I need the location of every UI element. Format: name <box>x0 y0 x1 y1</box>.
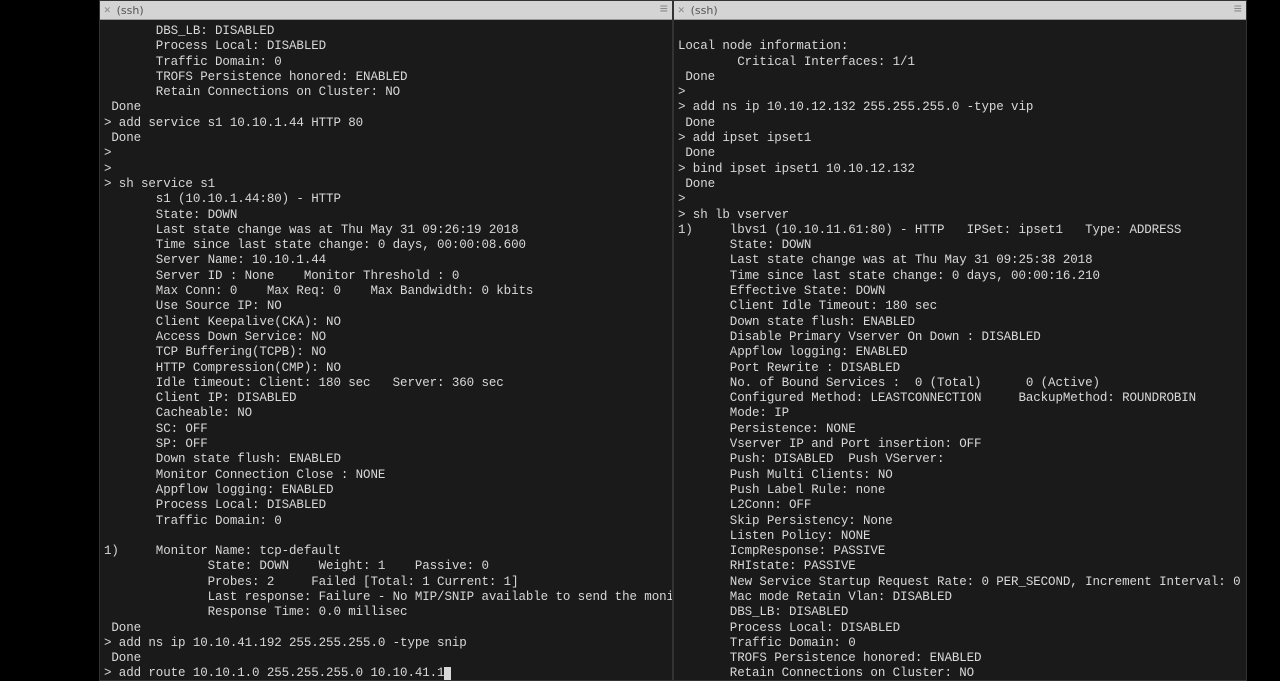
menu-icon[interactable]: ≡ <box>1234 2 1242 18</box>
left-pane: ✕ (ssh) ≡ DBS_LB: DISABLED Process Local… <box>99 0 673 681</box>
left-tab-bar: ✕ (ssh) ≡ <box>100 1 672 20</box>
menu-icon[interactable]: ≡ <box>660 2 668 18</box>
close-icon[interactable]: ✕ <box>104 3 111 17</box>
left-terminal[interactable]: DBS_LB: DISABLED Process Local: DISABLED… <box>100 20 672 680</box>
close-icon[interactable]: ✕ <box>678 3 685 17</box>
terminal-split-container: ✕ (ssh) ≡ DBS_LB: DISABLED Process Local… <box>99 0 1247 681</box>
right-pane: ✕ (ssh) ≡ Local node information: Critic… <box>673 0 1247 681</box>
tab-title[interactable]: (ssh) <box>117 4 144 17</box>
right-tab-bar: ✕ (ssh) ≡ <box>674 1 1246 20</box>
right-terminal[interactable]: Local node information: Critical Interfa… <box>674 20 1246 680</box>
tab-title[interactable]: (ssh) <box>691 4 718 17</box>
